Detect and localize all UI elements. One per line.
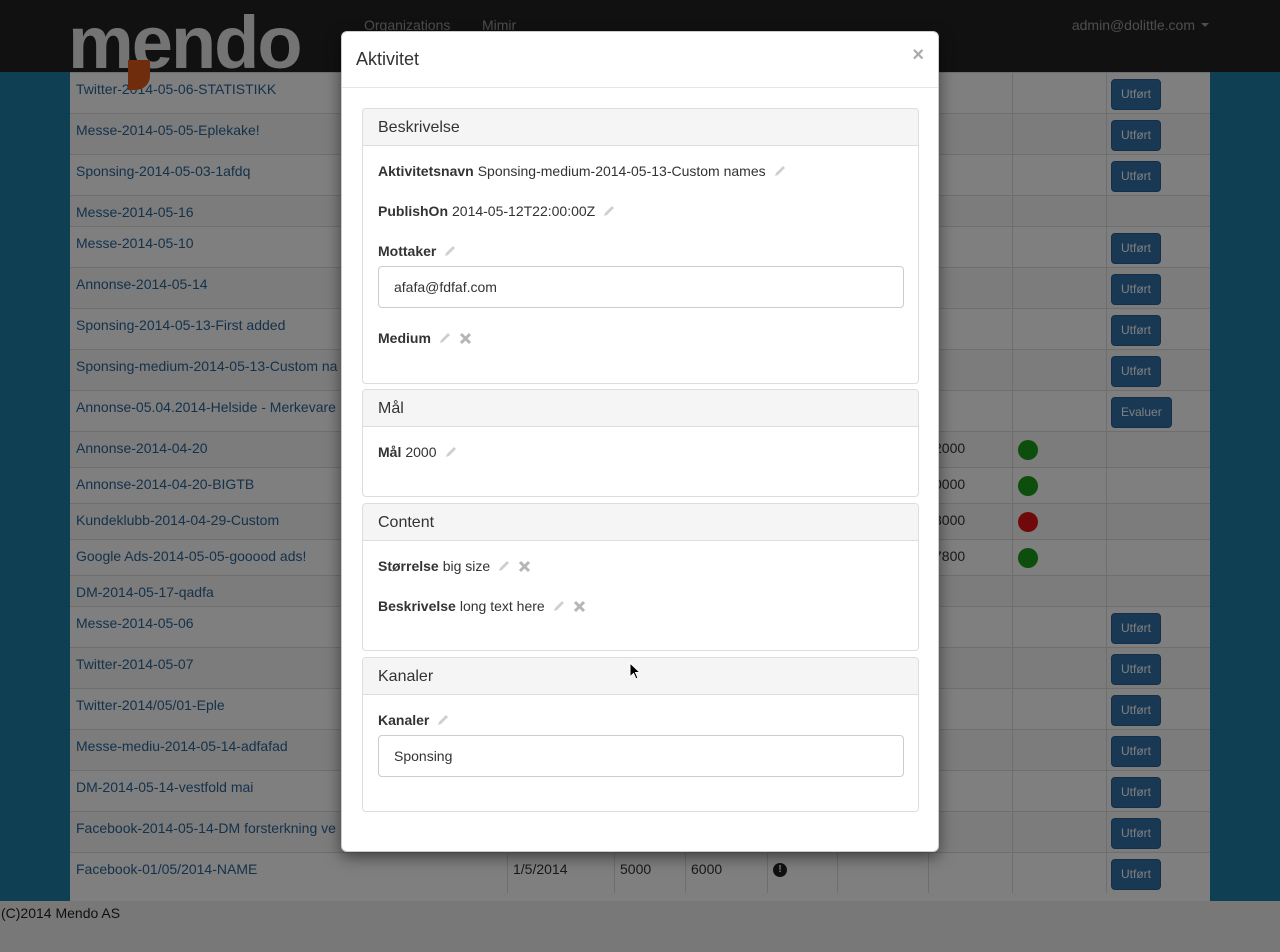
pencil-icon[interactable] — [444, 445, 458, 459]
field-mottaker: Mottaker — [378, 243, 457, 259]
panel-kanaler: Kanaler Kanaler Sponsing — [362, 657, 919, 812]
value-aktivitetsnavn: Sponsing-medium-2014-05-13-Custom names — [477, 163, 766, 179]
value-storrelse: big size — [442, 558, 491, 574]
label-publishon: PublishOn — [378, 203, 448, 219]
label-beskrivelse: Beskrivelse — [378, 598, 456, 614]
pencil-icon[interactable] — [443, 244, 457, 258]
field-publishon: PublishOn 2014-05-12T22:00:00Z — [378, 203, 616, 219]
activity-modal: Aktivitet × Beskrivelse Aktivitetsnavn S… — [341, 31, 939, 852]
pencil-icon[interactable] — [497, 559, 511, 573]
remove-icon[interactable] — [573, 600, 586, 613]
pencil-icon[interactable] — [552, 599, 566, 613]
pencil-icon[interactable] — [438, 331, 452, 345]
field-maal: Mål 2000 — [378, 444, 458, 460]
remove-icon[interactable] — [518, 560, 531, 573]
panel-maal: Mål Mål 2000 — [362, 389, 919, 497]
field-medium: Medium — [378, 330, 472, 346]
field-storrelse: Størrelse big size — [378, 558, 531, 574]
panel-heading-content: Content — [363, 504, 918, 541]
value-publishon: 2014-05-12T22:00:00Z — [452, 203, 596, 219]
panel-heading-maal: Mål — [363, 390, 918, 427]
label-maal: Mål — [378, 444, 402, 460]
field-kanaler: Kanaler — [378, 712, 450, 728]
value-beskrivelse: long text here — [459, 598, 545, 614]
panel-content: Content Størrelse big size Beskrivelse l… — [362, 503, 919, 651]
modal-title: Aktivitet — [356, 49, 420, 69]
mouse-cursor-icon — [629, 662, 641, 680]
kanaler-input[interactable]: Sponsing — [378, 735, 904, 777]
mottaker-input[interactable]: afafa@fdfaf.com — [378, 266, 904, 308]
label-medium: Medium — [378, 330, 431, 346]
field-aktivitetsnavn: Aktivitetsnavn Sponsing-medium-2014-05-1… — [378, 163, 787, 179]
field-beskrivelse: Beskrivelse long text here — [378, 598, 586, 614]
pencil-icon[interactable] — [602, 204, 616, 218]
remove-icon[interactable] — [459, 332, 472, 345]
panel-beskrivelse: Beskrivelse Aktivitetsnavn Sponsing-medi… — [362, 108, 919, 384]
label-mottaker: Mottaker — [378, 243, 437, 259]
close-icon[interactable]: × — [912, 45, 924, 65]
label-aktivitetsnavn: Aktivitetsnavn — [378, 163, 474, 179]
modal-header: Aktivitet × — [342, 32, 938, 88]
pencil-icon[interactable] — [436, 713, 450, 727]
label-storrelse: Størrelse — [378, 558, 439, 574]
pencil-icon[interactable] — [773, 164, 787, 178]
value-maal: 2000 — [405, 444, 437, 460]
label-kanaler: Kanaler — [378, 712, 430, 728]
panel-heading-beskrivelse: Beskrivelse — [363, 109, 918, 146]
